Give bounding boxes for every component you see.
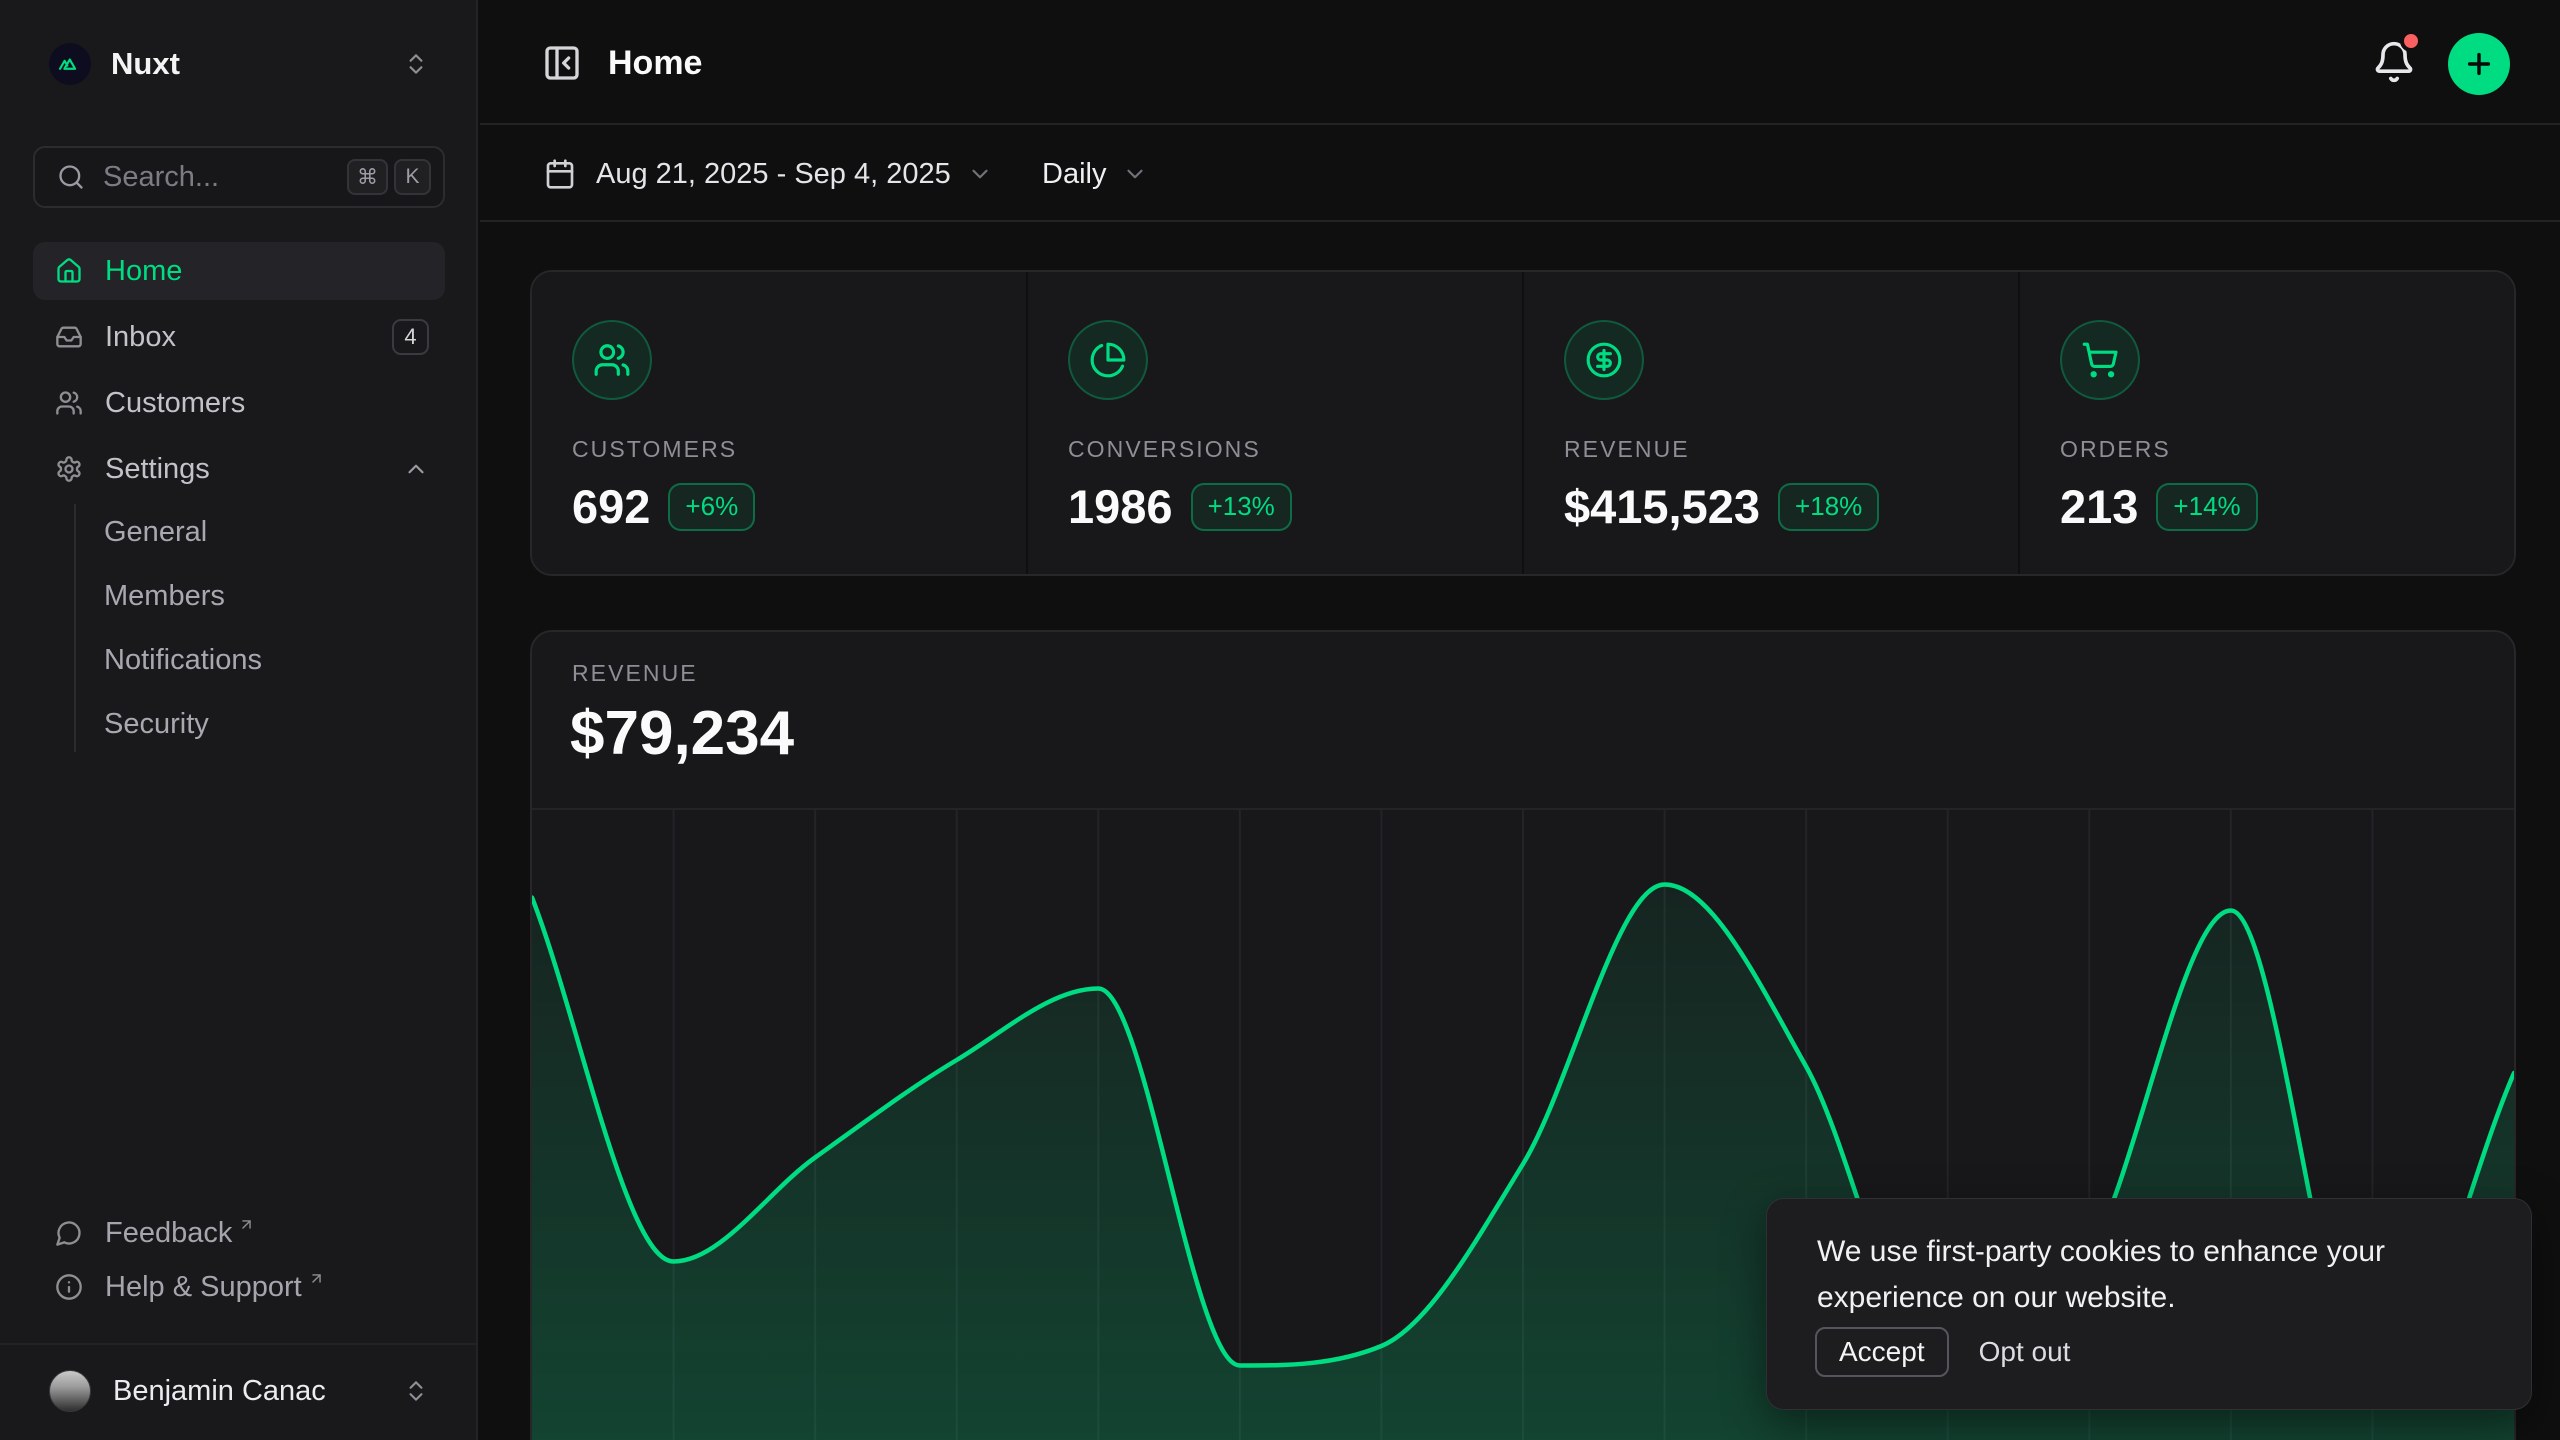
sidebar-divider xyxy=(0,1343,478,1345)
stat-value: 1986 xyxy=(1068,479,1173,534)
stat-value: $415,523 xyxy=(1564,479,1760,534)
revenue-panel-value: $79,234 xyxy=(570,698,794,769)
cookie-message: We use first-party cookies to enhance yo… xyxy=(1817,1229,2487,1321)
dashboard-app: Nuxt Search... ⌘ K Home xyxy=(0,0,2560,1440)
sidebar-item-label: Settings xyxy=(105,453,210,486)
circle-dollar-icon xyxy=(1564,320,1644,400)
stat-delta-badge: +6% xyxy=(668,483,755,531)
filters-bar: Aug 21, 2025 - Sep 4, 2025 Daily xyxy=(480,125,2560,222)
pie-chart-icon xyxy=(1068,320,1148,400)
gear-icon xyxy=(55,455,83,483)
user-menu[interactable]: Benjamin Canac xyxy=(33,1362,445,1420)
sidebar-item-home[interactable]: Home xyxy=(33,242,445,300)
avatar xyxy=(49,1370,91,1412)
page-title: Home xyxy=(608,44,702,83)
stat-delta-badge: +14% xyxy=(2156,483,2257,531)
add-button[interactable] xyxy=(2448,33,2510,95)
external-link-icon xyxy=(308,1270,325,1287)
optout-cookies-button[interactable]: Opt out xyxy=(1979,1336,2071,1368)
shopping-cart-icon xyxy=(2060,320,2140,400)
kbd-cmd: ⌘ xyxy=(347,159,388,195)
sidebar-item-security[interactable]: Security xyxy=(33,696,445,752)
sidebar-item-settings[interactable]: Settings xyxy=(33,440,445,498)
stat-label: CUSTOMERS xyxy=(572,436,1026,463)
chevron-down-icon xyxy=(1122,161,1148,187)
sidebar-item-customers[interactable]: Customers xyxy=(33,374,445,432)
house-icon xyxy=(55,257,83,285)
sidebar-item-members[interactable]: Members xyxy=(33,568,445,624)
notification-dot xyxy=(2400,30,2422,52)
granularity-select[interactable]: Daily xyxy=(1030,143,1160,205)
help-support-label: Help & Support xyxy=(105,1271,302,1304)
revenue-panel-label: REVENUE xyxy=(572,660,698,687)
workspace-name: Nuxt xyxy=(111,46,180,82)
users-icon xyxy=(55,389,83,417)
sidebar-item-notifications[interactable]: Notifications xyxy=(33,632,445,688)
kbd-k: K xyxy=(394,159,431,195)
sidebar-item-label: Inbox xyxy=(105,321,176,354)
inbox-icon xyxy=(55,323,83,351)
external-link-icon xyxy=(238,1216,255,1233)
chevrons-up-down-icon xyxy=(403,1378,429,1404)
date-range-picker[interactable]: Aug 21, 2025 - Sep 4, 2025 xyxy=(532,143,1005,205)
stat-card-conversions[interactable]: CONVERSIONS 1986 +13% xyxy=(1028,272,1522,574)
inbox-count-badge: 4 xyxy=(392,319,429,355)
feedback-label: Feedback xyxy=(105,1217,232,1250)
info-circle-icon xyxy=(55,1273,83,1301)
stat-delta-badge: +18% xyxy=(1778,483,1879,531)
date-range-value: Aug 21, 2025 - Sep 4, 2025 xyxy=(596,158,951,191)
stats-row: CUSTOMERS 692 +6% CONVERSIONS 1986 +13% … xyxy=(530,270,2516,576)
page-header: Home xyxy=(480,0,2560,125)
stat-label: REVENUE xyxy=(1564,436,2018,463)
granularity-value: Daily xyxy=(1042,158,1106,191)
search-placeholder: Search... xyxy=(103,161,219,194)
collapse-sidebar-button[interactable] xyxy=(542,43,582,83)
workspace-switcher[interactable]: Nuxt xyxy=(33,30,445,98)
nuxt-logo-icon xyxy=(49,43,91,85)
sidebar-footer: Feedback Help & Support xyxy=(33,1206,445,1314)
settings-sub-list: General Members Notifications Security xyxy=(33,504,445,760)
search-icon xyxy=(57,163,85,191)
chevrons-up-down-icon xyxy=(403,51,429,77)
sidebar-item-general[interactable]: General xyxy=(33,504,445,560)
search-shortcut: ⌘ K xyxy=(347,159,431,195)
stat-value: 213 xyxy=(2060,479,2138,534)
cookie-banner: We use first-party cookies to enhance yo… xyxy=(1766,1198,2532,1410)
sub-list-guide-line xyxy=(74,504,76,752)
chevron-up-icon xyxy=(403,456,429,482)
user-name: Benjamin Canac xyxy=(113,1375,326,1408)
stat-delta-badge: +13% xyxy=(1191,483,1292,531)
message-circle-icon xyxy=(55,1219,83,1247)
search-input[interactable]: Search... ⌘ K xyxy=(33,146,445,208)
sidebar-nav: Home Inbox 4 Customers Settings xyxy=(33,242,445,506)
help-support-link[interactable]: Help & Support xyxy=(33,1260,445,1314)
users-icon xyxy=(572,320,652,400)
sidebar-item-label: Customers xyxy=(105,387,245,420)
stat-card-orders[interactable]: ORDERS 213 +14% xyxy=(2020,272,2514,574)
feedback-link[interactable]: Feedback xyxy=(33,1206,445,1260)
stat-value: 692 xyxy=(572,479,650,534)
stat-card-revenue[interactable]: REVENUE $415,523 +18% xyxy=(1524,272,2018,574)
chevron-down-icon xyxy=(967,161,993,187)
sidebar: Nuxt Search... ⌘ K Home xyxy=(0,0,478,1440)
sidebar-item-inbox[interactable]: Inbox 4 xyxy=(33,308,445,366)
sidebar-item-label: Home xyxy=(105,255,182,288)
calendar-icon xyxy=(544,158,576,190)
stat-card-customers[interactable]: CUSTOMERS 692 +6% xyxy=(532,272,1026,574)
stat-label: CONVERSIONS xyxy=(1068,436,1522,463)
accept-cookies-button[interactable]: Accept xyxy=(1815,1327,1949,1377)
stat-label: ORDERS xyxy=(2060,436,2514,463)
